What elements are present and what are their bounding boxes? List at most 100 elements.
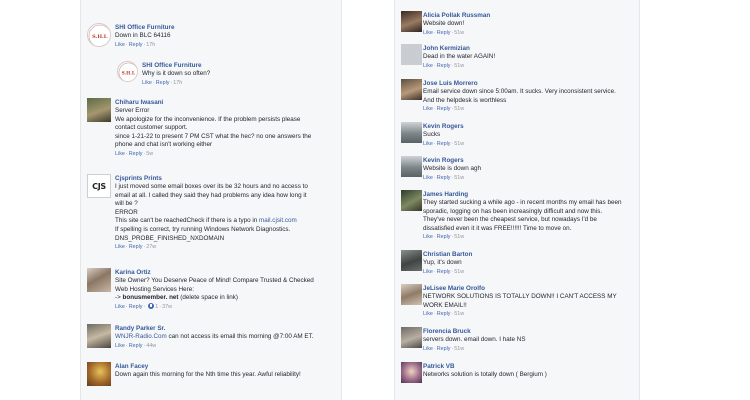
comment-text-line: I just moved some email boxes over its b… bbox=[115, 183, 308, 190]
like-button[interactable]: Like bbox=[115, 304, 125, 310]
comment-actions: Like·Reply·51w bbox=[423, 106, 465, 113]
avatar[interactable] bbox=[401, 44, 422, 65]
avatar[interactable] bbox=[87, 98, 111, 122]
comment-author[interactable]: Christian Barton bbox=[423, 250, 637, 259]
like-button[interactable]: Like bbox=[142, 80, 152, 86]
comment-author[interactable]: Cjsprints Prints bbox=[115, 174, 339, 183]
avatar[interactable] bbox=[401, 250, 422, 271]
comment-author[interactable]: Randy Parker Sr. bbox=[115, 324, 339, 333]
comment-timestamp[interactable]: 51w bbox=[454, 346, 464, 352]
comment-author[interactable]: Patrick VB bbox=[423, 362, 637, 371]
comment-timestamp[interactable]: 17h bbox=[146, 42, 155, 48]
like-button[interactable]: Like bbox=[423, 175, 433, 181]
comment-text-line: phone and chat isn't working either bbox=[115, 141, 213, 149]
comment-text: Sucks bbox=[423, 131, 441, 138]
avatar[interactable] bbox=[87, 362, 111, 386]
comment-text-line: Site Owner? You Deserve Peace of Mind! C… bbox=[115, 277, 314, 284]
avatar[interactable] bbox=[401, 284, 422, 305]
comment-timestamp[interactable]: 51w bbox=[454, 141, 464, 147]
comment-actions: Like·Reply·44w bbox=[115, 342, 157, 349]
like-button[interactable]: Like bbox=[423, 346, 433, 352]
comment-author[interactable]: Kevin Rogers bbox=[423, 156, 637, 165]
comment-author[interactable]: SHI Office Furniture bbox=[115, 23, 339, 32]
avatar[interactable] bbox=[401, 362, 422, 383]
reply-button[interactable]: Reply bbox=[129, 151, 143, 157]
reply-button[interactable]: Reply bbox=[129, 244, 143, 250]
reply-button[interactable]: Reply bbox=[129, 42, 143, 48]
reply-button[interactable]: Reply bbox=[156, 80, 170, 86]
like-button[interactable]: Like bbox=[423, 106, 433, 112]
reply-button[interactable]: Reply bbox=[437, 346, 451, 352]
reply-button[interactable]: Reply bbox=[129, 304, 143, 310]
comment-timestamp[interactable]: 51w bbox=[454, 269, 464, 275]
comments-panel-left: S.H.I. SHI Office Furniture Down in BLC … bbox=[80, 0, 342, 400]
comments-panel-right: Alicia Pollak Russman Website down! Like… bbox=[394, 0, 640, 400]
avatar[interactable] bbox=[401, 156, 422, 177]
comment-text: Why is it down so often? bbox=[142, 70, 211, 77]
like-button[interactable]: Like bbox=[115, 42, 125, 48]
reply-button[interactable]: Reply bbox=[437, 234, 451, 240]
comment-author[interactable]: Florencia Bruck bbox=[423, 327, 637, 336]
comment-text: Down in BLC 64116 bbox=[115, 32, 171, 39]
like-reaction-icon[interactable] bbox=[148, 302, 155, 309]
reply-button[interactable]: Reply bbox=[129, 343, 143, 349]
comment-text: Down again this morning for the Nth time… bbox=[115, 371, 301, 378]
like-button[interactable]: Like bbox=[423, 63, 433, 69]
comment-timestamp[interactable]: 37w bbox=[162, 304, 172, 310]
comment-timestamp[interactable]: 5w bbox=[146, 151, 153, 157]
avatar[interactable] bbox=[401, 190, 422, 211]
like-button[interactable]: Like bbox=[423, 141, 433, 147]
comment-text-line: since 1-21-22 to present 7 PM CST what t… bbox=[115, 132, 312, 140]
comment-text-line: email at all. I called they said they ha… bbox=[115, 191, 307, 199]
comment-author[interactable]: Jose Luis Morrero bbox=[423, 79, 637, 88]
comment-timestamp[interactable]: 27w bbox=[146, 244, 156, 250]
comment-text-line: We apologize for the inconvenience. If t… bbox=[115, 115, 301, 123]
comment-timestamp[interactable]: 51w bbox=[454, 311, 464, 317]
like-button[interactable]: Like bbox=[115, 244, 125, 250]
comment-timestamp[interactable]: 51w bbox=[454, 30, 464, 36]
comment-timestamp[interactable]: 44w bbox=[146, 343, 156, 349]
avatar[interactable] bbox=[401, 122, 422, 143]
reply-button[interactable]: Reply bbox=[437, 141, 451, 147]
comment-timestamp[interactable]: 17h bbox=[173, 80, 182, 86]
like-button[interactable]: Like bbox=[423, 30, 433, 36]
like-button[interactable]: Like bbox=[423, 311, 433, 317]
reply-button[interactable]: Reply bbox=[437, 106, 451, 112]
comment-author[interactable]: John Kermizian bbox=[423, 44, 637, 53]
comment-actions: Like·Reply·51w bbox=[423, 29, 465, 36]
comment-text-line: NETWORK SOLUTIONS IS TOTALLY DOWN!! I CA… bbox=[423, 293, 617, 300]
comment-timestamp[interactable]: 51w bbox=[454, 175, 464, 181]
comment-author[interactable]: SHI Office Furniture bbox=[142, 61, 339, 70]
avatar[interactable] bbox=[401, 327, 422, 348]
comment-link[interactable]: mail.cjsit.com bbox=[259, 217, 297, 224]
comment-link[interactable]: WNJR-Radio.Com bbox=[115, 333, 167, 340]
bold-domain-text: bonusmember. net bbox=[122, 294, 179, 302]
reply-button[interactable]: Reply bbox=[437, 30, 451, 36]
reply-button[interactable]: Reply bbox=[437, 311, 451, 317]
avatar[interactable] bbox=[401, 79, 422, 100]
avatar[interactable]: S.H.I. bbox=[87, 23, 111, 47]
comment-author[interactable]: Karina Ortiz bbox=[115, 268, 339, 277]
avatar[interactable] bbox=[87, 324, 111, 348]
like-button[interactable]: Like bbox=[115, 343, 125, 349]
comment-author[interactable]: Alan Facey bbox=[115, 362, 339, 371]
comment-author[interactable]: James Harding bbox=[423, 190, 637, 199]
reply-button[interactable]: Reply bbox=[437, 175, 451, 181]
reply-button[interactable]: Reply bbox=[437, 63, 451, 69]
comment-author[interactable]: Kevin Rogers bbox=[423, 122, 637, 131]
comment-author[interactable]: Chiharu Iwasani bbox=[115, 98, 339, 107]
avatar[interactable] bbox=[401, 11, 422, 32]
avatar[interactable]: CJS bbox=[87, 174, 111, 198]
comment-actions: Like·Reply·51w bbox=[423, 62, 465, 69]
avatar[interactable] bbox=[87, 268, 111, 292]
comment-timestamp[interactable]: 51w bbox=[454, 106, 464, 112]
comment-timestamp[interactable]: 51w bbox=[454, 63, 464, 69]
reply-button[interactable]: Reply bbox=[437, 269, 451, 275]
comment-author[interactable]: Alicia Pollak Russman bbox=[423, 11, 637, 20]
like-button[interactable]: Like bbox=[423, 234, 433, 240]
like-button[interactable]: Like bbox=[115, 151, 125, 157]
comment-timestamp[interactable]: 51w bbox=[454, 234, 464, 240]
like-button[interactable]: Like bbox=[423, 269, 433, 275]
comment-author[interactable]: JeLisee Marie Orolfo bbox=[423, 284, 637, 293]
avatar[interactable]: S.H.I. bbox=[117, 61, 138, 82]
